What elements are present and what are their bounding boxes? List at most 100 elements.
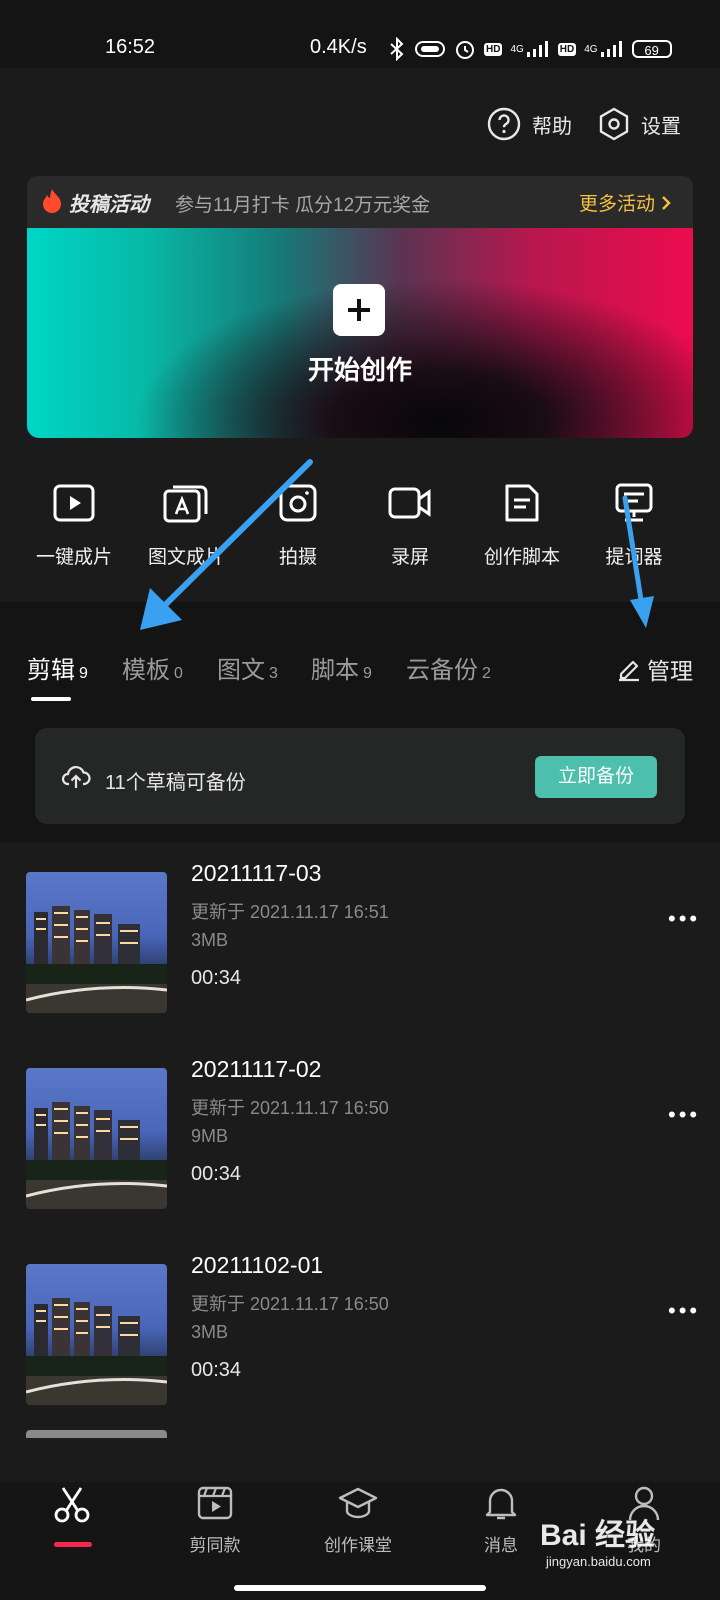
more-activities-link[interactable]: 更多活动 <box>579 189 671 216</box>
promo-text: 参与11月打卡 瓜分12万元奖金 <box>175 195 431 216</box>
manage-button[interactable]: 管理 <box>617 652 693 686</box>
tool-label: 提词器 <box>605 547 663 568</box>
plus-icon <box>333 284 385 336</box>
draft-thumbnail <box>26 872 167 1013</box>
manage-label: 管理 <box>647 658 693 684</box>
more-options-icon[interactable]: ••• <box>668 1298 700 1324</box>
more-options-icon[interactable]: ••• <box>668 906 700 932</box>
tool-label: 一键成片 <box>35 547 112 568</box>
status-icons: HD 4G HD 4G 69 <box>388 36 672 62</box>
start-create-label: 开始创作 <box>307 355 412 385</box>
active-tab-indicator <box>31 697 71 701</box>
draft-thumbnail <box>26 1264 167 1405</box>
tab-label: 图文 <box>217 657 265 684</box>
tool-label: 录屏 <box>390 547 429 568</box>
watermark-brand: Bai 经验 <box>540 1519 656 1552</box>
watermark-url: jingyan.baidu.com <box>546 1554 651 1569</box>
chevron-right-icon <box>662 195 671 210</box>
camera-icon <box>279 484 317 522</box>
tab-script[interactable]: 脚本 9 <box>311 650 372 685</box>
draft-duration: 00:34 <box>191 1163 242 1185</box>
tool-creation-script[interactable]: 创作脚本 <box>467 480 577 569</box>
network-4g-label-2: 4G <box>584 43 598 55</box>
nav-label: 创作课堂 <box>324 1536 392 1555</box>
help-button[interactable]: 帮助 <box>486 104 572 144</box>
draft-duration: 00:34 <box>191 1359 242 1381</box>
clapboard-icon <box>197 1486 233 1520</box>
tab-graphic-text[interactable]: 图文 3 <box>217 650 278 685</box>
settings-button[interactable]: 设置 <box>597 104 681 144</box>
draft-updated: 更新于 2021.11.17 16:51 <box>191 902 389 922</box>
tab-label: 剪辑 <box>27 657 75 684</box>
status-bar: 16:52 0.4K/s HD 4G HD 4G 69 <box>0 0 720 68</box>
tool-teleprompter[interactable]: 提词器 <box>579 480 689 569</box>
tool-screen-record[interactable]: 录屏 <box>355 480 465 569</box>
more-options-icon[interactable]: ••• <box>668 1102 700 1128</box>
nav-edit[interactable] <box>12 1484 132 1529</box>
tab-cloud-backup[interactable]: 云备份 2 <box>406 650 491 685</box>
signal-icon <box>526 41 548 57</box>
tab-count: 9 <box>363 665 372 682</box>
baidu-watermark: Bai 经验 jingyan.baidu.com <box>540 1510 655 1569</box>
settings-label: 设置 <box>641 115 681 138</box>
bell-icon <box>485 1488 517 1520</box>
network-4g-label: 4G <box>510 43 524 55</box>
draft-thumbnail-partial <box>26 1430 167 1438</box>
bluetooth-icon <box>390 37 404 61</box>
draft-name: 20211117-03 <box>191 860 322 886</box>
nav-template-same[interactable]: 剪同款 <box>155 1484 275 1556</box>
backup-card: 11个草稿可备份 立即备份 <box>35 728 685 824</box>
draft-list: 20211117-03 更新于 2021.11.17 16:51 3MB 00:… <box>0 842 720 1482</box>
tab-template[interactable]: 模板 0 <box>122 650 183 685</box>
tab-label: 脚本 <box>311 657 359 684</box>
list-item[interactable]: 20211117-02 更新于 2021.11.17 16:50 9MB 00:… <box>0 1038 720 1234</box>
tool-label: 拍摄 <box>278 547 317 568</box>
play-square-icon <box>53 484 95 522</box>
tool-one-click-video[interactable]: 一键成片 <box>19 480 129 569</box>
cloud-upload-icon <box>61 766 91 788</box>
text-to-video-icon <box>163 485 208 523</box>
script-doc-icon <box>505 484 539 522</box>
tab-label: 云备份 <box>406 657 478 684</box>
nav-active-indicator <box>54 1542 92 1547</box>
backup-text: 11个草稿可备份 <box>105 772 246 794</box>
tool-camera[interactable]: 拍摄 <box>243 480 353 569</box>
alarm-icon <box>456 41 474 59</box>
hd-badge-2: HD <box>557 42 577 56</box>
draft-size: 3MB <box>191 930 229 950</box>
tab-count: 3 <box>269 665 278 682</box>
nav-label: 剪同款 <box>189 1536 241 1555</box>
draft-duration: 00:34 <box>191 967 242 989</box>
draft-updated: 更新于 2021.11.17 16:50 <box>191 1098 389 1118</box>
tab-count: 9 <box>79 665 88 682</box>
gear-icon <box>599 107 629 141</box>
graduation-cap-icon <box>338 1487 378 1519</box>
draft-updated: 更新于 2021.11.17 16:50 <box>191 1294 389 1314</box>
teleprompter-icon <box>615 483 653 522</box>
status-net-speed: 0.4K/s <box>310 36 367 58</box>
draft-name: 20211102-01 <box>191 1252 324 1278</box>
more-activities-label: 更多活动 <box>578 194 655 215</box>
backup-now-button[interactable]: 立即备份 <box>535 756 657 798</box>
nav-creation-class[interactable]: 创作课堂 <box>298 1484 418 1556</box>
tab-edit[interactable]: 剪辑 9 <box>27 650 88 685</box>
home-indicator <box>234 1585 486 1591</box>
start-create-banner[interactable]: 开始创作 <box>27 228 693 438</box>
tab-label: 模板 <box>122 657 170 684</box>
tab-count: 0 <box>174 665 183 682</box>
promo-title: 投稿活动 <box>69 194 149 216</box>
signal-icon-2 <box>600 41 622 57</box>
edit-pencil-icon <box>619 660 639 682</box>
hd-badge: HD <box>484 42 503 56</box>
promo-bar[interactable]: 投稿活动 参与11月打卡 瓜分12万元奖金 更多活动 <box>27 176 693 228</box>
flame-icon <box>43 189 61 213</box>
help-label: 帮助 <box>532 115 572 138</box>
draft-size: 9MB <box>191 1126 229 1146</box>
scissors-icon <box>54 1487 90 1523</box>
tool-text-to-video[interactable]: 图文成片 <box>131 480 241 569</box>
status-time: 16:52 <box>105 36 156 58</box>
video-record-icon <box>388 487 431 519</box>
list-item[interactable]: 20211117-03 更新于 2021.11.17 16:51 3MB 00:… <box>0 842 720 1038</box>
list-item[interactable]: 20211102-01 更新于 2021.11.17 16:50 3MB 00:… <box>0 1234 720 1430</box>
vibrate-icon <box>415 41 445 57</box>
